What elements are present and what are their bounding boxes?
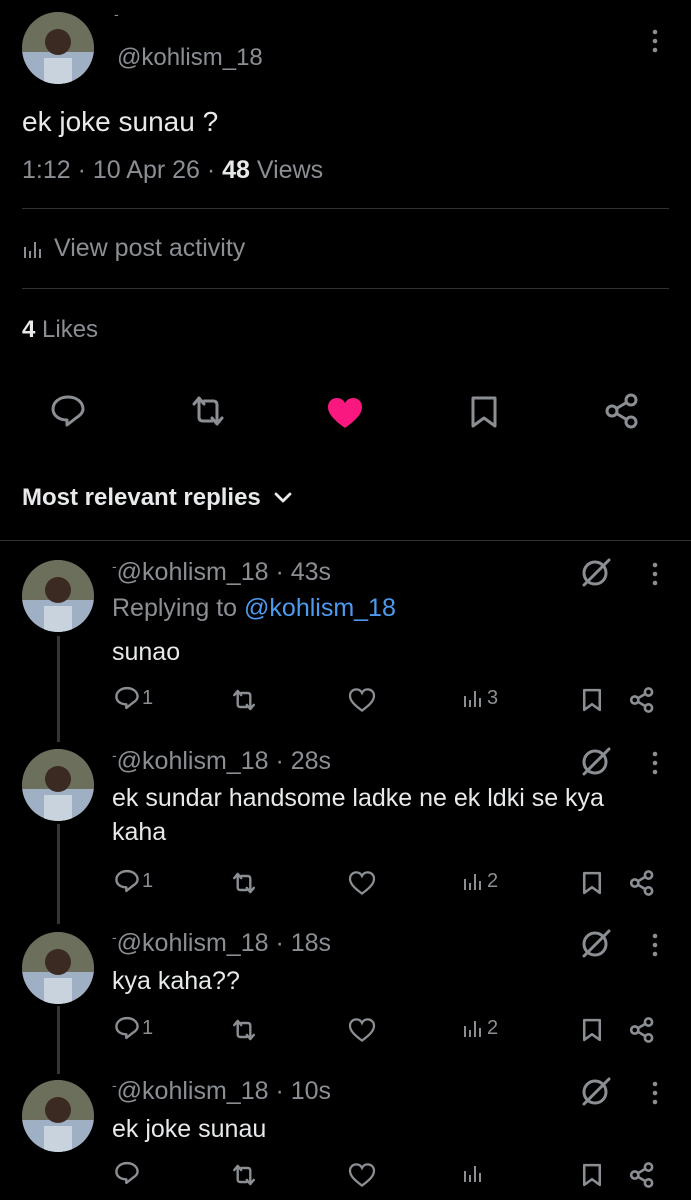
reply-header: -@kohlism_18 · 18s <box>112 929 332 957</box>
reply-text-line: ek sundar handsome ladke ne ek ldki se k… <box>112 784 604 812</box>
reply-icon <box>114 869 140 893</box>
share-icon[interactable] <box>629 1162 655 1188</box>
chevron-down-icon <box>273 491 293 505</box>
sort-replies-dropdown[interactable]: Most relevant replies <box>22 484 293 512</box>
bookmark-icon[interactable] <box>582 1163 602 1187</box>
repost-icon[interactable] <box>230 871 258 895</box>
reply-count: 1 <box>142 869 154 892</box>
thread-line <box>57 1006 60 1074</box>
share-icon[interactable] <box>629 870 655 896</box>
reply-handle[interactable]: @kohlism_18 <box>117 747 269 775</box>
post-date: 10 Apr 26 <box>92 156 200 184</box>
reply-text: ek joke sunau <box>112 1115 267 1143</box>
reply-time: 43s <box>290 558 332 586</box>
divider <box>22 288 669 289</box>
heart-icon[interactable] <box>348 688 376 712</box>
reply-count: 1 <box>142 1016 154 1039</box>
post-time: 1:12 <box>22 156 71 184</box>
more-vertical-icon[interactable] <box>646 28 664 54</box>
likes-count: 4 <box>22 316 36 343</box>
reply-button[interactable]: 1 <box>114 869 153 893</box>
post-text: ek joke sunau ? <box>22 106 219 137</box>
share-icon[interactable] <box>604 393 640 429</box>
analytics-icon <box>462 686 484 710</box>
bookmark-icon[interactable] <box>470 395 498 429</box>
likes-count-link[interactable]: 4 Likes <box>22 316 98 344</box>
reply-icon <box>114 1016 140 1040</box>
post-top-mark: - <box>114 6 119 22</box>
reply-header: -@kohlism_18 · 28s <box>112 747 332 775</box>
reply-time: 28s <box>290 747 332 775</box>
more-vertical-icon[interactable] <box>646 932 664 958</box>
analytics-icon <box>462 1161 484 1185</box>
reply-handle[interactable]: @kohlism_18 <box>117 929 269 957</box>
views-button[interactable]: 3 <box>462 686 498 710</box>
reply-avatar[interactable] <box>22 749 94 821</box>
grok-icon[interactable] <box>580 745 612 777</box>
bookmark-icon[interactable] <box>582 871 602 895</box>
reply-button[interactable]: 1 <box>114 686 153 710</box>
grok-icon[interactable] <box>580 1075 612 1107</box>
share-icon[interactable] <box>629 687 655 713</box>
bookmark-icon[interactable] <box>582 1018 602 1042</box>
reply-icon <box>114 1161 140 1185</box>
grok-icon[interactable] <box>580 927 612 959</box>
share-icon[interactable] <box>629 1017 655 1043</box>
reply-icon[interactable] <box>50 394 86 428</box>
more-vertical-icon[interactable] <box>646 561 664 587</box>
view-activity-label: View post activity <box>54 234 246 262</box>
reply-text: kya kaha?? <box>112 967 240 995</box>
heart-icon[interactable] <box>348 1018 376 1042</box>
analytics-icon <box>462 869 484 893</box>
reply-header: -@kohlism_18 · 10s <box>112 1077 332 1105</box>
heart-icon[interactable] <box>326 396 364 430</box>
repost-icon[interactable] <box>230 688 258 712</box>
divider <box>0 540 691 541</box>
replying-to-handle[interactable]: @kohlism_18 <box>244 594 396 622</box>
thread-line <box>57 636 60 742</box>
post-handle[interactable]: @kohlism_18 <box>117 44 263 72</box>
repost-icon[interactable] <box>230 1018 258 1042</box>
reply-button[interactable] <box>114 1161 142 1185</box>
sort-label: Most relevant replies <box>22 484 261 511</box>
post-views-label: Views <box>256 156 324 184</box>
view-activity-link[interactable]: View post activity <box>22 234 245 263</box>
view-count: 3 <box>487 686 499 709</box>
replying-to: Replying to @kohlism_18 <box>112 594 396 622</box>
reply-handle[interactable]: @kohlism_18 <box>117 558 269 586</box>
repost-icon[interactable] <box>230 1163 258 1187</box>
post-views-count: 48 <box>222 156 250 184</box>
reply-text-line: kaha <box>112 818 167 846</box>
repost-icon[interactable] <box>188 394 228 428</box>
reply-avatar[interactable] <box>22 932 94 1004</box>
more-vertical-icon[interactable] <box>646 1080 664 1106</box>
analytics-icon <box>462 1016 484 1040</box>
bookmark-icon[interactable] <box>582 688 602 712</box>
views-button[interactable]: 2 <box>462 1016 498 1040</box>
reply-time: 18s <box>290 929 332 957</box>
post-meta: 1:12 · 10 Apr 26 · 48 Views <box>22 156 324 184</box>
reply-header: -@kohlism_18 · 43s <box>112 558 332 586</box>
views-button[interactable] <box>462 1161 487 1185</box>
more-vertical-icon[interactable] <box>646 750 664 776</box>
reply-icon <box>114 686 140 710</box>
reply-avatar[interactable] <box>22 560 94 632</box>
view-count: 2 <box>487 1016 499 1039</box>
reply-avatar[interactable] <box>22 1080 94 1152</box>
view-count: 2 <box>487 869 499 892</box>
reply-handle[interactable]: @kohlism_18 <box>117 1077 269 1105</box>
reply-button[interactable]: 1 <box>114 1016 153 1040</box>
heart-icon[interactable] <box>348 1163 376 1187</box>
reply-count: 1 <box>142 686 154 709</box>
heart-icon[interactable] <box>348 871 376 895</box>
reply-time: 10s <box>290 1077 332 1105</box>
post-avatar[interactable] <box>22 12 94 84</box>
thread-line <box>57 824 60 924</box>
views-button[interactable]: 2 <box>462 869 498 893</box>
grok-icon[interactable] <box>580 556 612 588</box>
likes-label: Likes <box>42 316 99 343</box>
reply-text: sunao <box>112 638 181 666</box>
analytics-icon <box>22 238 44 260</box>
divider <box>22 208 669 209</box>
